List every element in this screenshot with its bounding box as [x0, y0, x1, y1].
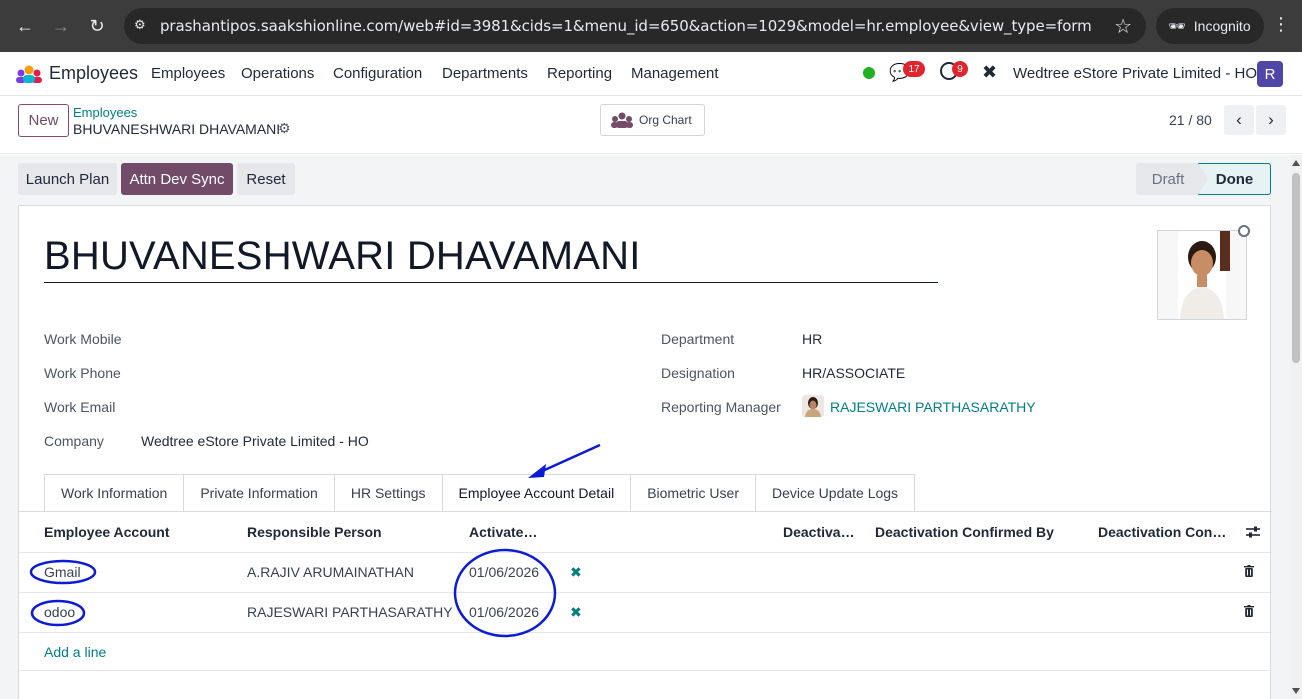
- menu-operations[interactable]: Operations: [241, 65, 314, 82]
- org-chart-icon: [611, 112, 633, 128]
- row-2-person[interactable]: RAJESWARI PARTHASARATHY: [247, 604, 453, 620]
- reporting-manager-label: Reporting Manager: [661, 399, 781, 415]
- column-employee-account[interactable]: Employee Account: [44, 524, 170, 540]
- org-chart-button[interactable]: Org Chart: [600, 104, 705, 136]
- form-sheet: BHUVANESHWARI DHAVAMANI Work Mobile Work…: [18, 205, 1272, 699]
- site-settings-icon[interactable]: ⚙: [134, 17, 152, 35]
- tab-work-information[interactable]: Work Information: [44, 474, 184, 512]
- scroll-up-icon[interactable]: [1292, 160, 1300, 166]
- org-chart-label: Org Chart: [639, 113, 692, 127]
- browser-menu-icon[interactable]: ⋮: [1272, 14, 1290, 35]
- launch-plan-button[interactable]: Launch Plan: [18, 163, 117, 195]
- reload-icon[interactable]: ↻: [84, 13, 110, 39]
- designation-label: Designation: [661, 365, 735, 381]
- row-2-cross-icon[interactable]: ✖: [570, 604, 582, 621]
- notebook-tabs: Work Information Private Information HR …: [44, 474, 916, 512]
- user-avatar[interactable]: R: [1257, 61, 1283, 87]
- activity-count-badge: 9: [952, 61, 968, 77]
- tab-device-update-logs[interactable]: Device Update Logs: [754, 474, 916, 512]
- row-2-activate[interactable]: 01/06/2026: [469, 604, 539, 620]
- control-panel: New Employees BHUVANESHWARI DHAVAMANI ⚙ …: [0, 96, 1302, 154]
- bookmark-star-icon[interactable]: ☆: [1114, 14, 1132, 39]
- manager-avatar: [802, 395, 824, 417]
- company-field[interactable]: Wedtree eStore Private Limited - HO: [141, 433, 369, 449]
- attn-dev-sync-button[interactable]: Attn Dev Sync: [121, 163, 233, 195]
- menu-employees[interactable]: Employees: [151, 65, 225, 82]
- column-responsible-person[interactable]: Responsible Person: [247, 524, 382, 540]
- form-content: Launch Plan Attn Dev Sync Reset Draft Do…: [0, 155, 1290, 699]
- pager-value[interactable]: 21 / 80: [1169, 112, 1212, 128]
- column-deactivation-confirmed-on[interactable]: Deactivation Con…: [1098, 524, 1226, 540]
- page-scrollbar[interactable]: [1290, 155, 1302, 699]
- presence-dot: [863, 67, 875, 79]
- row-divider: [19, 592, 1272, 593]
- row-1-cross-icon[interactable]: ✖: [570, 564, 582, 581]
- row-2-account[interactable]: odoo: [44, 604, 75, 620]
- column-deactivation-confirmed-by[interactable]: Deactivation Confirmed By: [875, 524, 1054, 540]
- incognito-indicator[interactable]: 🕶 Incognito: [1156, 8, 1264, 44]
- pager-next-icon[interactable]: ›: [1256, 105, 1286, 135]
- row-1-trash-icon[interactable]: [1244, 565, 1254, 577]
- column-deactivate[interactable]: Deactiva…: [783, 524, 855, 540]
- row-divider: [19, 632, 1272, 633]
- menu-reporting[interactable]: Reporting: [547, 65, 612, 82]
- table-bottom-divider: [19, 670, 1272, 671]
- debug-tools-icon[interactable]: ✖: [982, 62, 997, 83]
- work-phone-label: Work Phone: [44, 365, 121, 381]
- column-activate[interactable]: Activate…: [469, 524, 537, 540]
- company-switcher[interactable]: Wedtree eStore Private Limited - HO: [1013, 65, 1257, 82]
- pager-previous-icon[interactable]: ‹: [1224, 105, 1254, 135]
- row-1-person[interactable]: A.RAJIV ARUMAINATHAN: [247, 564, 414, 580]
- forward-icon[interactable]: →: [48, 13, 74, 39]
- gear-icon[interactable]: ⚙: [278, 120, 291, 137]
- scroll-down-icon[interactable]: [1292, 688, 1300, 694]
- row-1-activate[interactable]: 01/06/2026: [469, 564, 539, 580]
- reporting-manager-field[interactable]: RAJESWARI PARTHASARATHY: [830, 399, 1036, 415]
- department-field[interactable]: HR: [802, 331, 822, 347]
- employee-name[interactable]: BHUVANESHWARI DHAVAMANI: [44, 234, 641, 279]
- browser-toolbar: ← → ↻ ⚙ prashantipos.saakshionline.com/w…: [0, 0, 1302, 52]
- name-underline: [44, 282, 938, 283]
- breadcrumb-employees[interactable]: Employees: [73, 105, 137, 120]
- tab-divider: [19, 511, 1272, 512]
- incognito-label: Incognito: [1193, 18, 1251, 34]
- header-divider: [19, 552, 1272, 553]
- tab-hr-settings[interactable]: HR Settings: [333, 474, 442, 512]
- menu-departments[interactable]: Departments: [442, 65, 528, 82]
- main-navbar: Employees Employees Operations Configura…: [0, 52, 1302, 96]
- tab-private-information[interactable]: Private Information: [183, 474, 334, 512]
- employees-app-icon[interactable]: [16, 64, 42, 84]
- back-icon[interactable]: ←: [12, 13, 38, 39]
- chat-count-badge: 17: [903, 61, 925, 77]
- menu-management[interactable]: Management: [631, 65, 719, 82]
- address-bar[interactable]: ⚙ prashantipos.saakshionline.com/web#id=…: [124, 8, 1146, 44]
- status-done[interactable]: Done: [1198, 163, 1271, 195]
- designation-field[interactable]: HR/ASSOCIATE: [802, 365, 905, 381]
- company-label: Company: [44, 433, 104, 449]
- work-mobile-label: Work Mobile: [44, 331, 122, 347]
- optional-columns-icon[interactable]: [1245, 524, 1261, 540]
- breadcrumb-current: BHUVANESHWARI DHAVAMANI: [73, 121, 281, 137]
- reset-button[interactable]: Reset: [237, 163, 295, 195]
- new-button[interactable]: New: [18, 104, 69, 137]
- app-name[interactable]: Employees: [49, 63, 138, 84]
- row-2-trash-icon[interactable]: [1244, 605, 1254, 617]
- presence-status-icon: [1238, 225, 1250, 237]
- employee-photo[interactable]: [1157, 230, 1247, 320]
- department-label: Department: [661, 331, 735, 347]
- status-draft[interactable]: Draft: [1136, 163, 1200, 195]
- row-1-account[interactable]: Gmail: [44, 564, 81, 580]
- tab-employee-account-detail[interactable]: Employee Account Detail: [441, 474, 631, 512]
- tab-biometric-user[interactable]: Biometric User: [630, 474, 755, 512]
- scrollbar-thumb[interactable]: [1292, 173, 1300, 363]
- add-a-line-link[interactable]: Add a line: [44, 644, 106, 660]
- status-arrow: [1198, 163, 1208, 195]
- incognito-icon: 🕶: [1168, 17, 1186, 34]
- url-text: prashantipos.saakshionline.com/web#id=39…: [160, 17, 1092, 35]
- menu-configuration[interactable]: Configuration: [333, 65, 422, 82]
- work-email-label: Work Email: [44, 399, 116, 415]
